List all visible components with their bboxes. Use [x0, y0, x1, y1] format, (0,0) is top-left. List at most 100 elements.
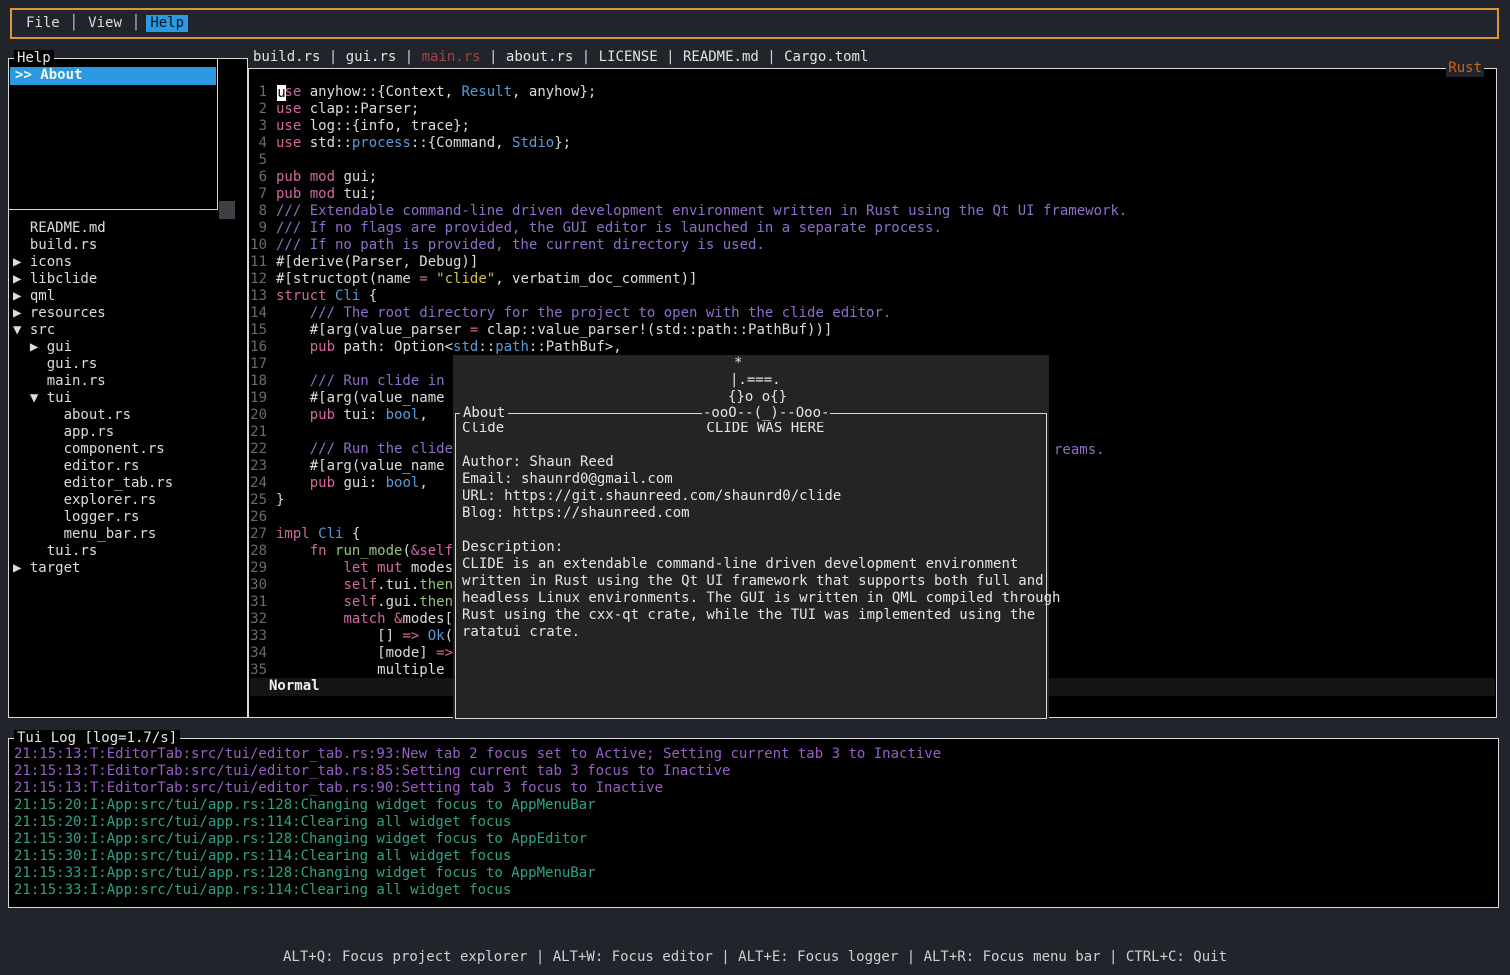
tab-separator: | — [320, 49, 345, 65]
editor-tab-Cargo-toml[interactable]: Cargo.toml — [784, 49, 868, 65]
log-entry: 21:15:13:T:EditorTab:src/tui/editor_tab.… — [14, 763, 941, 780]
line-number: 16 — [250, 339, 267, 356]
editor-tab-gui-rs[interactable]: gui.rs — [346, 49, 397, 65]
line-number: 7 — [250, 186, 267, 203]
explorer-item[interactable]: editor.rs — [13, 458, 173, 475]
explorer-item[interactable]: component.rs — [13, 441, 173, 458]
editor-cursor: u — [277, 85, 286, 101]
line-number: 25 — [250, 492, 267, 509]
log-entry: 21:15:20:I:App:src/tui/app.rs:128:Changi… — [14, 797, 941, 814]
explorer-item[interactable]: explorer.rs — [13, 492, 173, 509]
explorer-item[interactable]: editor_tab.rs — [13, 475, 173, 492]
explorer-item[interactable]: ▼ tui — [13, 390, 173, 407]
editor-tab-README-md[interactable]: README.md — [683, 49, 759, 65]
explorer-item[interactable]: ▶ resources — [13, 305, 173, 322]
log-entry: 21:15:33:I:App:src/tui/app.rs:114:Cleari… — [14, 882, 941, 899]
line-number: 31 — [250, 594, 267, 611]
explorer-item[interactable]: logger.rs — [13, 509, 173, 526]
tab-separator: | — [396, 49, 421, 65]
file-tree: README.md build.rs▶ icons▶ libclide▶ qml… — [13, 220, 173, 577]
language-badge: Rust — [1446, 60, 1484, 77]
menu-item-help[interactable]: Help — [146, 15, 188, 32]
explorer-item[interactable]: app.rs — [13, 424, 173, 441]
code-line: 3use log::{info, trace}; — [250, 118, 1127, 135]
clide-tui-app: File│View│Help README.md build.rs▶ icons… — [0, 0, 1510, 975]
log-entry: 21:15:20:I:App:src/tui/app.rs:114:Cleari… — [14, 814, 941, 831]
log-panel-title: Tui Log [log=1.7/s] — [14, 730, 180, 747]
line-number: 10 — [250, 237, 267, 254]
line-number: 20 — [250, 407, 267, 424]
menu-item-file[interactable]: File — [22, 15, 64, 32]
explorer-item[interactable]: ▶ icons — [13, 254, 173, 271]
tab-separator: | — [573, 49, 598, 65]
line-number: 12 — [250, 271, 267, 288]
line-number: 26 — [250, 509, 267, 526]
line-number: 35 — [250, 662, 267, 679]
editor-tab-about-rs[interactable]: about.rs — [506, 49, 573, 65]
menu-item-view[interactable]: View — [84, 15, 126, 32]
help-dropdown-option[interactable]: >> About — [10, 67, 216, 85]
line-number: 29 — [250, 560, 267, 577]
explorer-item[interactable]: ▶ qml — [13, 288, 173, 305]
explorer-item[interactable]: ▼ src — [13, 322, 173, 339]
help-dropdown-title: Help — [14, 50, 54, 67]
log-entry: 21:15:13:T:EditorTab:src/tui/editor_tab.… — [14, 780, 941, 797]
editor-tab-main-rs[interactable]: main.rs — [422, 49, 481, 65]
explorer-item[interactable]: about.rs — [13, 407, 173, 424]
tab-separator: | — [658, 49, 683, 65]
explorer-item[interactable]: main.rs — [13, 373, 173, 390]
line-number: 24 — [250, 475, 267, 492]
about-popup-title: About — [460, 405, 508, 422]
explorer-item[interactable]: build.rs — [13, 237, 173, 254]
code-line: 7pub mod tui; — [250, 186, 1127, 203]
keybinding-help-line1: ALT+Q: Focus project explorer | ALT+W: F… — [0, 949, 1510, 966]
line-number: 30 — [250, 577, 267, 594]
menu-separator: │ — [126, 15, 146, 32]
line-number: 28 — [250, 543, 267, 560]
explorer-scrollbar-thumb[interactable] — [219, 201, 235, 219]
explorer-item[interactable]: menu_bar.rs — [13, 526, 173, 543]
editor-tab-strip: build.rs | gui.rs | main.rs | about.rs |… — [253, 49, 868, 66]
log-lines: 21:15:13:T:EditorTab:src/tui/editor_tab.… — [14, 746, 941, 899]
explorer-item[interactable]: README.md — [13, 220, 173, 237]
editor-mode-label: Normal — [269, 678, 320, 694]
explorer-item[interactable]: tui.rs — [13, 543, 173, 560]
tab-separator: | — [759, 49, 784, 65]
ascii-art-feet: -ooO--(_)--Ooo- — [702, 405, 830, 422]
code-line: 12#[structopt(name = "clide", verbatim_d… — [250, 271, 1127, 288]
code-line: 15 #[arg(value_parser = clap::value_pars… — [250, 322, 1127, 339]
code-line: 8/// Extendable command-line driven deve… — [250, 203, 1127, 220]
line-number: 23 — [250, 458, 267, 475]
line-number: 27 — [250, 526, 267, 543]
line-number: 15 — [250, 322, 267, 339]
about-popup: * |.===. {}o o{} About -ooO--(_)--Ooo- C… — [453, 355, 1049, 720]
line-number: 19 — [250, 390, 267, 407]
explorer-item[interactable]: ▶ gui — [13, 339, 173, 356]
log-panel[interactable]: Tui Log [log=1.7/s] 21:15:13:T:EditorTab… — [8, 738, 1499, 908]
line-number: 13 — [250, 288, 267, 305]
explorer-item[interactable]: gui.rs — [13, 356, 173, 373]
menu-bar: File│View│Help — [10, 8, 1499, 39]
line-number: 2 — [250, 101, 267, 118]
code-line: 1use anyhow::{Context, Result, anyhow}; — [250, 84, 1127, 101]
line-number: 32 — [250, 611, 267, 628]
line-number: 18 — [250, 373, 267, 390]
line-number: 14 — [250, 305, 267, 322]
line-number: 21 — [250, 424, 267, 441]
editor-tab-LICENSE[interactable]: LICENSE — [599, 49, 658, 65]
about-popup-frame: About -ooO--(_)--Ooo- Clide CLIDE WAS HE… — [455, 413, 1047, 719]
code-line: 9/// If no flags are provided, the GUI e… — [250, 220, 1127, 237]
code-line: 4use std::process::{Command, Stdio}; — [250, 135, 1127, 152]
code-line: 14 /// The root directory for the projec… — [250, 305, 1127, 322]
line-number: 3 — [250, 118, 267, 135]
line-number: 8 — [250, 203, 267, 220]
line-number: 17 — [250, 356, 267, 373]
line-number: 1 — [250, 84, 267, 101]
editor-tab-build-rs[interactable]: build.rs — [253, 49, 320, 65]
ascii-art-line: {}o o{} — [728, 389, 787, 406]
log-entry: 21:15:33:I:App:src/tui/app.rs:128:Changi… — [14, 865, 941, 882]
code-line: 10/// If no path is provided, the curren… — [250, 237, 1127, 254]
explorer-item[interactable]: ▶ libclide — [13, 271, 173, 288]
explorer-item[interactable]: ▶ target — [13, 560, 173, 577]
line-number: 34 — [250, 645, 267, 662]
